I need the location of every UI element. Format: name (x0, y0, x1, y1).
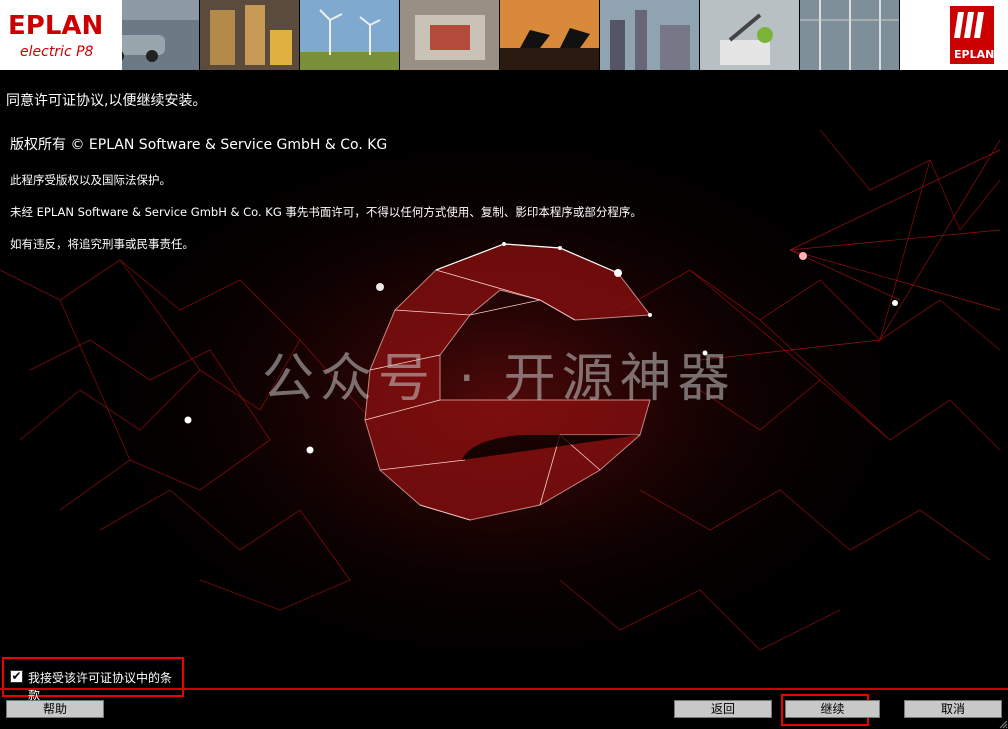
page-heading: 同意许可证协议,以便继续安装。 (6, 93, 207, 109)
machinery-photo (400, 0, 500, 70)
accept-license-highlight: ✔ 我接受该许可证协议中的条款 (2, 657, 184, 702)
license-line-3: 如有违反，将追究刑事或民事责任。 (10, 237, 194, 251)
factory-photo (600, 0, 700, 70)
watermark-text: 公众号 · 开源神器 (262, 349, 736, 409)
next-button[interactable]: 继续 (785, 700, 880, 718)
wind-turbines-photo (300, 0, 400, 70)
header-banner (0, 0, 1008, 70)
copyright-text: 版权所有 © EPLAN Software & Service GmbH & C… (10, 137, 388, 153)
cancel-button[interactable]: 取消 (904, 700, 1002, 718)
logo-right-text: EPLAN (954, 48, 994, 61)
oil-pumps-photo (500, 0, 600, 70)
resize-grip-icon[interactable] (998, 719, 1008, 729)
footer-divider (0, 688, 1008, 690)
help-button[interactable]: 帮助 (6, 700, 104, 718)
back-button[interactable]: 返回 (674, 700, 772, 718)
eplan-logo: EPLAN (900, 0, 1008, 70)
logo-left-sub: electric P8 (20, 44, 94, 60)
logo-left-text: EPLAN (8, 11, 103, 41)
warehouse-photo (200, 0, 300, 70)
license-line-2: 未经 EPLAN Software & Service GmbH & Co. K… (10, 205, 642, 219)
robot-arm-photo (700, 0, 800, 70)
substation-photo (800, 0, 900, 70)
eplan-electric-p8-logo: EPLAN electric P8 (0, 0, 122, 70)
accept-license-label[interactable]: 我接受该许可证协议中的条款 (28, 669, 182, 703)
license-line-1: 此程序受版权以及国际法保护。 (10, 173, 171, 187)
accept-license-checkbox[interactable]: ✔ (10, 670, 23, 683)
